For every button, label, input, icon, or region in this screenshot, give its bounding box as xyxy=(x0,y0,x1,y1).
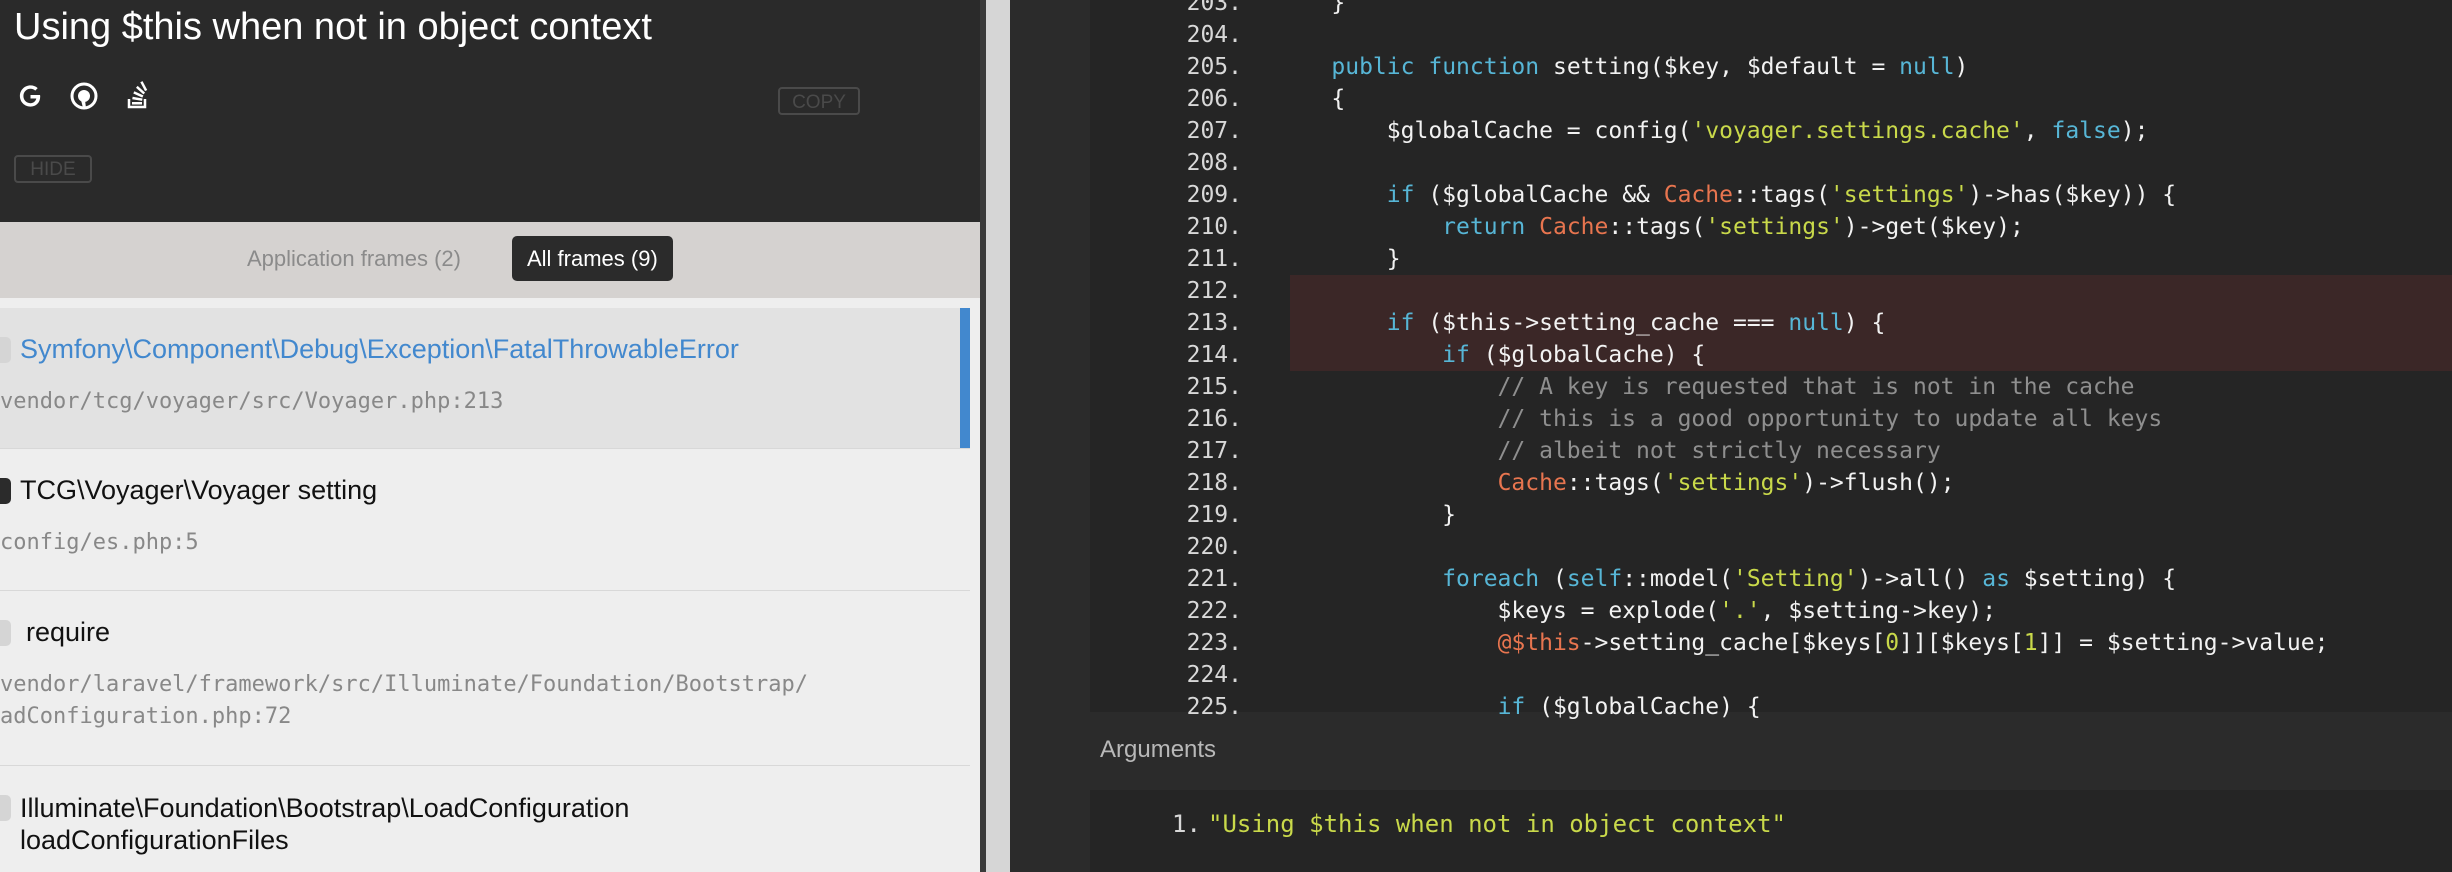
line-number: 214. xyxy=(1186,342,1242,368)
code-text: public function setting($key, $default =… xyxy=(1331,54,1969,80)
code-line: 214. if ($globalCache) { xyxy=(1090,339,2452,371)
code-text: $keys = explode('.', $setting->key); xyxy=(1276,598,1997,624)
active-frame-indicator xyxy=(960,308,970,448)
code-text: $globalCache = config('voyager.settings.… xyxy=(1276,118,2149,144)
code-line: 209. if ($globalCache && Cache::tags('se… xyxy=(1090,179,2452,211)
application-frames-tab[interactable]: Application frames (2) xyxy=(247,246,461,272)
code-line: 213. if ($this->setting_cache === null) … xyxy=(1090,307,2452,339)
code-line: 208. xyxy=(1090,147,2452,179)
copy-button[interactable]: COPY xyxy=(778,87,860,115)
line-number: 221. xyxy=(1186,566,1242,592)
line-number: 217. xyxy=(1186,438,1242,464)
arguments-header: Arguments xyxy=(1100,736,1217,763)
line-number: 225. xyxy=(1186,694,1242,720)
code-line: 205. public function setting($key, $defa… xyxy=(1090,51,2452,83)
code-text: } xyxy=(1276,502,1457,528)
code-line: 218. Cache::tags('settings')->flush(); xyxy=(1090,467,2452,499)
code-text: } xyxy=(1276,0,1346,16)
frame-index-marker xyxy=(0,337,11,363)
line-number: 222. xyxy=(1186,598,1242,624)
code-line: 204. xyxy=(1090,19,2452,51)
code-line: 207. $globalCache = config('voyager.sett… xyxy=(1090,115,2452,147)
code-line: 215. // A key is requested that is not i… xyxy=(1090,371,2452,403)
line-number: 207. xyxy=(1186,118,1242,144)
code-line: 211. } xyxy=(1090,243,2452,275)
line-number: 223. xyxy=(1186,630,1242,656)
exception-header: Using $this when not in object context C… xyxy=(0,0,980,222)
code-text: if ($globalCache) { xyxy=(1442,342,1706,368)
code-line: 221. foreach (self::model('Setting')->al… xyxy=(1090,563,2452,595)
code-text: if ($globalCache) { xyxy=(1497,694,1761,720)
frame-item[interactable]: Illuminate\Foundation\Bootstrap\LoadConf… xyxy=(0,766,970,872)
frame-item[interactable]: Symfony\Component\Debug\Exception\FatalT… xyxy=(0,308,970,449)
code-line: 223. @$this->setting_cache[$keys[0]][$ke… xyxy=(1090,627,2452,659)
line-number: 206. xyxy=(1186,86,1242,112)
line-number: 219. xyxy=(1186,502,1242,528)
frame-item[interactable]: TCG\Voyager\Voyager setting config/es.ph… xyxy=(0,449,970,591)
frame-index-marker xyxy=(0,478,11,504)
frame-index-marker xyxy=(0,795,11,821)
frame-file: vendor/tcg/voyager/src/Voyager.php:213 xyxy=(0,389,504,414)
code-line: 219. } xyxy=(1090,499,2452,531)
line-number: 208. xyxy=(1186,150,1242,176)
code-text: if ($globalCache && Cache::tags('setting… xyxy=(1386,182,2177,208)
code-line: 225. if ($globalCache) { xyxy=(1090,691,2452,723)
argument-number: 1. xyxy=(1172,810,1201,838)
code-frame: 203. } 204. 205. public function setting($… xyxy=(1090,0,2452,720)
code-line: 212. xyxy=(1090,275,2452,307)
hide-button[interactable]: HIDE xyxy=(14,155,92,183)
line-number: 210. xyxy=(1186,214,1242,240)
code-text: // albeit not strictly necessary xyxy=(1276,438,1941,464)
line-number: 213. xyxy=(1186,310,1242,336)
panel-divider[interactable] xyxy=(980,0,1010,872)
frames-panel: Using $this when not in object context C… xyxy=(0,0,980,872)
line-number: 216. xyxy=(1186,406,1242,432)
frame-item[interactable]: require vendor/laravel/framework/src/Ill… xyxy=(0,591,970,766)
google-icon[interactable] xyxy=(14,80,46,112)
code-line: 222. $keys = explode('.', $setting->key)… xyxy=(1090,595,2452,627)
code-text: return Cache::tags('settings')->get($key… xyxy=(1442,214,2024,240)
line-number: 203. xyxy=(1186,0,1242,16)
duckduckgo-icon[interactable] xyxy=(68,80,100,112)
code-text: // this is a good opportunity to update … xyxy=(1276,406,2163,432)
frame-filter-bar: Application frames (2) All frames (9) xyxy=(0,222,980,298)
code-line: 203. } xyxy=(1090,0,2452,19)
line-number: 220. xyxy=(1186,534,1242,560)
code-text: Cache::tags('settings')->flush(); xyxy=(1497,470,1955,496)
line-number: 211. xyxy=(1186,246,1242,272)
argument-value: "Using $this when not in object context" xyxy=(1208,810,1786,838)
code-line: 220. xyxy=(1090,531,2452,563)
line-number: 224. xyxy=(1186,662,1242,688)
code-text: { xyxy=(1276,86,1346,112)
stackoverflow-icon[interactable] xyxy=(122,80,154,112)
frame-class: Illuminate\Foundation\Bootstrap\LoadConf… xyxy=(20,793,630,855)
line-number: 218. xyxy=(1186,470,1242,496)
frame-file: vendor/laravel/framework/src/Illuminate/… xyxy=(0,672,808,729)
code-line: 206. { xyxy=(1090,83,2452,115)
line-number: 215. xyxy=(1186,374,1242,400)
line-number: 209. xyxy=(1186,182,1242,208)
line-number: 212. xyxy=(1186,278,1242,304)
code-text: foreach (self::model('Setting')->all() a… xyxy=(1442,566,2177,592)
frame-class: Symfony\Component\Debug\Exception\FatalT… xyxy=(20,334,739,364)
exception-message: Using $this when not in object context xyxy=(14,6,652,48)
line-number: 204. xyxy=(1186,22,1242,48)
code-text: @$this->setting_cache[$keys[0]][$keys[1]… xyxy=(1497,630,2329,656)
frame-class: TCG\Voyager\Voyager setting xyxy=(20,475,378,505)
frame-index-marker xyxy=(0,620,11,646)
code-text: if ($this->setting_cache === null) { xyxy=(1386,310,1886,336)
code-line: 224. xyxy=(1090,659,2452,691)
all-frames-tab[interactable]: All frames (9) xyxy=(512,236,673,281)
code-line: 217. // albeit not strictly necessary xyxy=(1090,435,2452,467)
code-text: // A key is requested that is not in the… xyxy=(1276,374,2135,400)
frame-file: config/es.php:5 xyxy=(0,530,199,555)
code-text: } xyxy=(1276,246,1401,272)
code-line: 216. // this is a good opportunity to up… xyxy=(1090,403,2452,435)
code-line: 210. return Cache::tags('settings')->get… xyxy=(1090,211,2452,243)
details-panel: 203. } 204. 205. public function setting($… xyxy=(1010,0,2452,872)
line-number: 205. xyxy=(1186,54,1242,80)
frame-class: require xyxy=(26,617,111,647)
